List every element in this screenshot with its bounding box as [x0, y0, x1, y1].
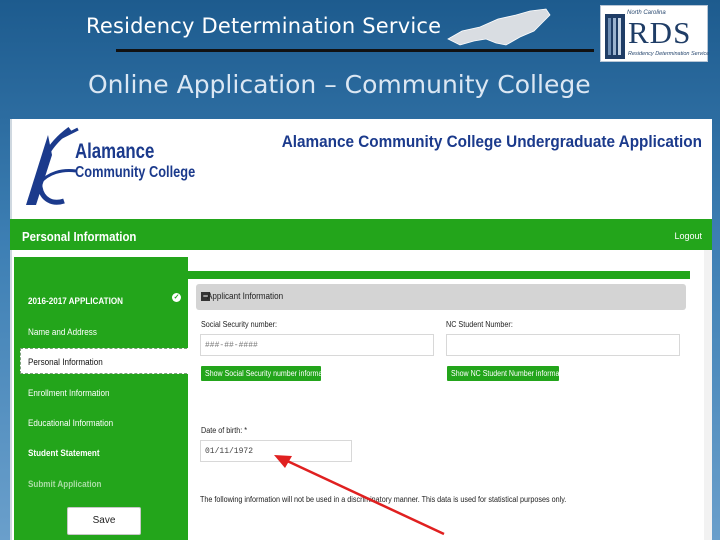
application-title: Alamance Community College Undergraduate…	[281, 132, 702, 151]
rds-logo-letters: RDS	[628, 15, 692, 50]
show-ssn-info-button[interactable]: Show Social Security number information	[201, 366, 334, 381]
check-circle-icon: ✓	[172, 293, 181, 302]
section-title: Personal Information	[22, 229, 137, 244]
nc-student-number-label: NC Student Number:	[446, 320, 513, 329]
show-nc-number-info-label: Show NC Student Number information	[451, 369, 571, 378]
sidebar-item-student-statement[interactable]: Student Statement	[28, 448, 100, 458]
logout-link[interactable]: Logout	[674, 231, 702, 241]
sidebar-item-personal-info-label: Personal Information	[28, 357, 103, 367]
nc-student-number-field[interactable]	[446, 334, 680, 356]
statistical-use-note: The following information will not be us…	[200, 495, 567, 504]
rds-logo-tagline: Residency Determination Service	[628, 51, 710, 57]
sidebar-item-submit: Submit Application	[28, 479, 102, 489]
show-ssn-info-label: Show Social Security number information	[205, 369, 334, 378]
dob-label: Date of birth: *	[201, 426, 248, 435]
rds-logo-bars	[605, 14, 625, 59]
rds-logo-icon: North Carolina RDS Residency Determinati…	[600, 5, 710, 62]
ssn-field[interactable]: ###-##-####	[200, 334, 434, 356]
dob-field[interactable]: 01/11/1972	[200, 440, 352, 462]
save-application-button[interactable]: Save Application	[67, 507, 141, 535]
slide-subtitle: Online Application – Community College	[88, 70, 591, 99]
nc-state-map-icon	[447, 8, 551, 46]
panel-title: Applicant Information	[207, 291, 284, 301]
sidebar-item-application[interactable]: 2016-2017 APPLICATION	[28, 296, 123, 306]
slide-title: Residency Determination Service	[86, 14, 442, 38]
sidebar-item-enrollment[interactable]: Enrollment Information	[28, 388, 109, 398]
scrollbar[interactable]	[704, 249, 712, 540]
title-underline	[116, 49, 594, 52]
sidebar-item-name-address[interactable]: Name and Address	[28, 327, 97, 337]
college-name-line2: Community College	[75, 164, 196, 181]
ssn-label: Social Security number:	[201, 320, 278, 329]
show-nc-number-info-button[interactable]: Show NC Student Number information	[447, 366, 571, 381]
sidebar-item-educational[interactable]: Educational Information	[28, 418, 113, 428]
college-name: Alamance Community College	[75, 141, 195, 183]
college-name-line1: Alamance	[75, 140, 155, 163]
